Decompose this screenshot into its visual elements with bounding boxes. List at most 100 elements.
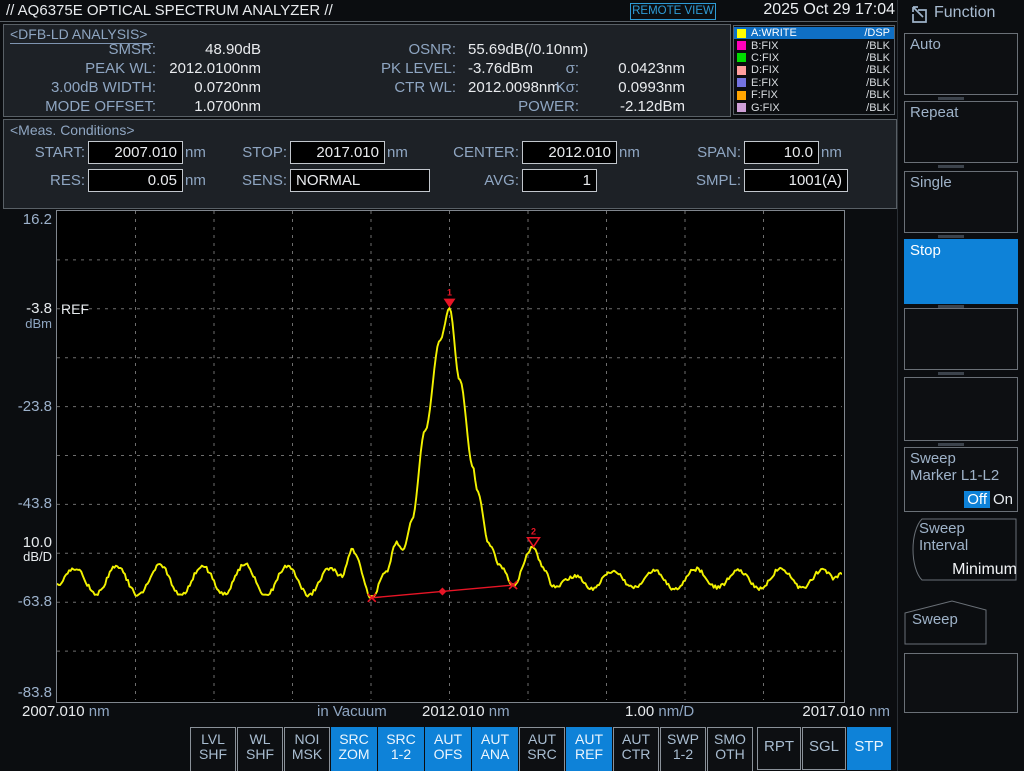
toolbar-sgl[interactable]: SGL bbox=[802, 727, 846, 770]
softkey-auto[interactable]: Auto bbox=[904, 33, 1018, 95]
toolbar-swp-1-2[interactable]: SWP 1-2 bbox=[660, 727, 706, 771]
softkey-sweep-marker[interactable]: Sweep Marker L1-L2 Off On bbox=[904, 447, 1018, 512]
x-tick-center: 2012.010 nm bbox=[422, 703, 510, 720]
toolbar-aut-ctr[interactable]: AUT CTR bbox=[613, 727, 659, 771]
center-field[interactable]: 2012.010 bbox=[522, 141, 617, 164]
toggle-off[interactable]: Off bbox=[964, 491, 990, 508]
x-per-div-annotation: 1.00 nm/D bbox=[625, 703, 695, 720]
function-icon bbox=[912, 6, 927, 23]
start-field[interactable]: 2007.010 bbox=[88, 141, 183, 164]
toolbar-noi-msk[interactable]: NOI MSK bbox=[284, 727, 330, 771]
smsr-value: 48.90dB bbox=[205, 41, 261, 58]
shortcut-toolbar: LVL SHF WL SHF NOI MSK SRC ZOM SRC 1-2 AUT OFS AUT AN… bbox=[190, 727, 753, 771]
trace-g-swatch bbox=[737, 103, 746, 113]
toolbar-aut-ana[interactable]: AUT ANA bbox=[472, 727, 518, 771]
trace-b-swatch bbox=[737, 41, 746, 51]
meas-header: <Meas. Conditions> bbox=[10, 122, 135, 138]
trace-row-e[interactable]: E:FIX/BLK bbox=[734, 77, 894, 89]
softkey-blank-2[interactable] bbox=[904, 377, 1018, 441]
softkey-stop[interactable]: Stop bbox=[904, 239, 1018, 304]
ksigma-label: Kσ: bbox=[555, 79, 579, 96]
trace-row-g[interactable]: G:FIX/BLK bbox=[734, 101, 894, 114]
osnr-value: 55.69dB(/0.10nm) bbox=[468, 41, 589, 58]
toolbar-wl-shf[interactable]: WL SHF bbox=[237, 727, 283, 771]
y-tick--23.8: -23.8 bbox=[17, 397, 52, 415]
trace-c-swatch bbox=[737, 53, 746, 63]
y-tick--83.8: -83.8 bbox=[17, 684, 52, 701]
toolbar-src-1-2[interactable]: SRC 1-2 bbox=[378, 727, 424, 771]
center-label: CENTER: bbox=[453, 144, 519, 161]
width-label: 3.00dB WIDTH: bbox=[50, 79, 156, 96]
function-sidebar: Function Auto Repeat Single Stop Sweep M… bbox=[897, 0, 1024, 771]
smsr-label: SMSR: bbox=[108, 41, 156, 58]
toggle-on[interactable]: On bbox=[993, 491, 1013, 508]
softkey-sweep-interval[interactable]: Sweep Interval Minimum bbox=[904, 518, 1018, 581]
softkey-divider bbox=[938, 165, 964, 168]
span-label: SPAN: bbox=[697, 144, 741, 161]
width-value: 0.0720nm bbox=[194, 79, 261, 96]
app-title: // AQ6375E OPTICAL SPECTRUM ANALYZER // bbox=[6, 2, 333, 19]
softkey-blank-3[interactable] bbox=[904, 653, 1018, 713]
y-scale-annotation: 10.0 dB/D bbox=[22, 534, 52, 564]
trace-d-swatch bbox=[737, 65, 746, 75]
sweep-marker-toggle[interactable]: Off On bbox=[964, 491, 1013, 508]
softkey-sweep[interactable]: Sweep bbox=[904, 599, 988, 646]
trace-row-d[interactable]: D:FIX/BLK bbox=[734, 64, 894, 76]
toolbar-aut-src[interactable]: AUT SRC bbox=[519, 727, 565, 771]
x-tick-start: 2007.010 nm bbox=[22, 703, 110, 720]
softkey-divider bbox=[938, 235, 964, 238]
dfb-ld-analysis-panel: <DFB-LD ANALYSIS> SMSR: 48.90dB PEAK WL:… bbox=[3, 24, 731, 117]
toolbar-lvl-shf[interactable]: LVL SHF bbox=[190, 727, 236, 771]
toolbar-smo-oth[interactable]: SMO OTH bbox=[707, 727, 753, 771]
mode-offset-value: 1.0700nm bbox=[194, 98, 261, 115]
toolbar-rpt[interactable]: RPT bbox=[757, 727, 801, 770]
spectrum-plot: 12 bbox=[57, 211, 842, 700]
osnr-label: OSNR: bbox=[408, 41, 456, 58]
res-unit: nm bbox=[185, 172, 206, 189]
ctr-wl-label: CTR WL: bbox=[394, 79, 456, 96]
smpl-field[interactable]: 1001(A) bbox=[744, 169, 848, 192]
trace-row-f[interactable]: F:FIX/BLK bbox=[734, 89, 894, 101]
avg-field[interactable]: 1 bbox=[522, 169, 597, 192]
mode-offset-label: MODE OFFSET: bbox=[45, 98, 156, 115]
sigma-label: σ: bbox=[565, 60, 579, 77]
center-unit: nm bbox=[619, 144, 640, 161]
trace-row-a[interactable]: A:WRITE/DSP bbox=[734, 27, 894, 40]
trace-row-b[interactable]: B:FIX/BLK bbox=[734, 39, 894, 52]
span-unit: nm bbox=[821, 144, 842, 161]
start-label: START: bbox=[34, 144, 85, 161]
y-tick-16.2: 16.2 bbox=[22, 211, 52, 228]
trace-a-swatch bbox=[737, 28, 746, 38]
softkey-divider bbox=[938, 372, 964, 375]
stop-field[interactable]: 2017.010 bbox=[290, 141, 385, 164]
stop-unit: nm bbox=[387, 144, 408, 161]
ksigma-value: 0.0993nm bbox=[618, 79, 685, 96]
toolbar-stp[interactable]: STP bbox=[847, 727, 891, 770]
softkey-repeat[interactable]: Repeat bbox=[904, 101, 1018, 163]
sens-label: SENS: bbox=[241, 172, 287, 189]
start-unit: nm bbox=[185, 144, 206, 161]
trace-row-c[interactable]: C:FIX/BLK bbox=[734, 52, 894, 64]
toolbar-src-zom[interactable]: SRC ZOM bbox=[331, 727, 377, 771]
y-tick--63.8: -63.8 bbox=[17, 593, 52, 611]
span-field[interactable]: 10.0 bbox=[744, 141, 819, 164]
y-tick--3.8: -3.8 dBm bbox=[25, 299, 52, 331]
softkey-single[interactable]: Single bbox=[904, 171, 1018, 233]
toolbar-aut-ofs[interactable]: AUT OFS bbox=[425, 727, 471, 771]
avg-label: AVG: bbox=[484, 172, 519, 189]
sens-field[interactable]: NORMAL bbox=[290, 169, 430, 192]
y-tick--43.8: -43.8 bbox=[17, 495, 52, 513]
toolbar-aut-ref[interactable]: AUT REF bbox=[566, 727, 612, 771]
medium-annotation: in Vacuum bbox=[317, 703, 387, 720]
meas-conditions-panel: <Meas. Conditions> START: 2007.010 nm ST… bbox=[3, 119, 897, 209]
softkey-divider bbox=[938, 443, 964, 446]
softkey-blank-1[interactable] bbox=[904, 308, 1018, 370]
svg-text:2: 2 bbox=[531, 527, 536, 537]
stop-label: STOP: bbox=[242, 144, 287, 161]
svg-text:1: 1 bbox=[447, 288, 452, 298]
power-value: -2.12dBm bbox=[619, 98, 685, 115]
sigma-value: 0.0423nm bbox=[618, 60, 685, 77]
datetime: 2025 Oct 29 17:04 bbox=[763, 1, 895, 18]
res-field[interactable]: 0.05 bbox=[88, 169, 183, 192]
x-tick-stop: 2017.010 nm bbox=[802, 703, 890, 720]
